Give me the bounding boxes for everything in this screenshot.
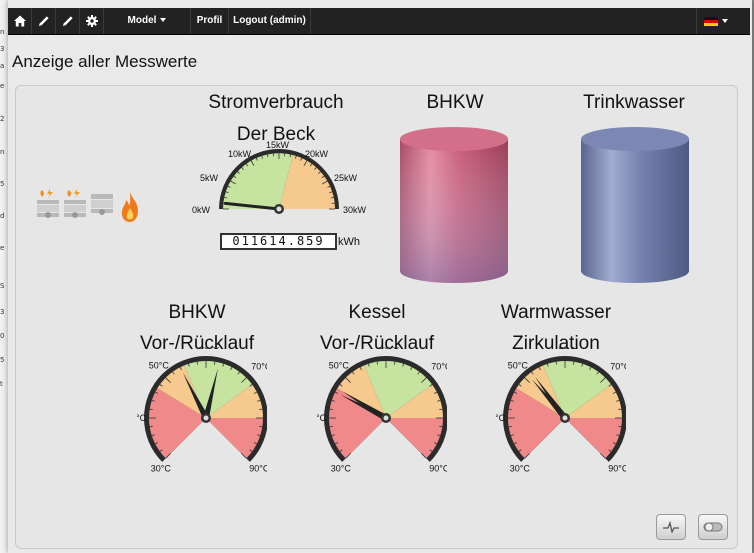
power-gauge-label-30: 30kW — [343, 205, 367, 215]
temp-gauge-kessel: 30°C40°C50°C60°C70°C80°C90°C — [317, 347, 447, 472]
chart-button[interactable] — [656, 514, 686, 540]
settings-button[interactable] — [80, 8, 104, 34]
logout-link[interactable]: Logout (admin) — [229, 8, 311, 34]
home-icon — [13, 15, 26, 27]
background-text: e — [0, 82, 5, 90]
toggle-button[interactable] — [698, 514, 728, 540]
power-gauge-label-0: 0kW — [192, 205, 211, 215]
heater-active-icon — [64, 189, 86, 218]
temp-gauge-label: 50°C — [149, 361, 170, 371]
background-text: t — [0, 380, 3, 388]
model-menu[interactable]: Model — [104, 8, 191, 34]
home-button[interactable] — [8, 8, 32, 34]
temp-gauge-label: 30°C — [151, 463, 172, 472]
temp-gauge-label: 70°C — [251, 362, 267, 372]
page-title: Anzeige aller Messwerte — [12, 52, 198, 71]
flame-icon — [121, 192, 138, 222]
power-title: Stromverbrauch — [208, 92, 344, 113]
temp-gauge-label: 30°C — [510, 463, 531, 472]
caret-down-icon — [722, 19, 728, 23]
temp-gauge-label: 60°C — [199, 347, 220, 351]
profile-label: Profil — [196, 15, 223, 26]
pencil-icon — [62, 16, 73, 26]
logout-label: Logout (admin) — [233, 15, 306, 26]
temp-gauge-label: 90°C — [249, 463, 267, 472]
temp-gauge-label: 30°C — [331, 463, 352, 472]
background-text: e — [0, 244, 5, 252]
tank-title-bhkw: BHKW — [426, 92, 484, 113]
profile-link[interactable]: Profil — [191, 8, 229, 34]
background-text: 0 — [0, 332, 5, 340]
power-gauge: 0kW 5kW 10kW 15kW 20kW 25kW 30kW — [192, 140, 367, 215]
temp-gauge-label: 40°C — [137, 413, 147, 423]
background-text: 3 — [0, 45, 5, 53]
energy-counter: 011614.859 — [220, 233, 337, 250]
caret-down-icon — [160, 18, 167, 23]
model-menu-label: Model — [127, 15, 157, 26]
heater-inactive-icon — [91, 194, 113, 215]
edit-button-2[interactable] — [56, 8, 80, 34]
heater-active-icon — [37, 189, 59, 218]
background-text: a — [0, 62, 5, 70]
power-gauge-label-15: 15kW — [266, 140, 290, 150]
power-gauge-label-20: 20kW — [305, 149, 329, 159]
temp-gauge-label: 90°C — [429, 463, 447, 472]
tank-bhkw — [400, 127, 508, 283]
pulse-chart-icon — [663, 521, 679, 533]
background-text: 2 — [0, 115, 5, 123]
tank-title-trinkwasser: Trinkwasser — [583, 92, 685, 113]
background-text: n — [0, 148, 5, 156]
gear-icon — [85, 15, 98, 27]
temp-gauge-label: 50°C — [508, 361, 529, 371]
temp-gauge-bhkw: 30°C40°C50°C60°C70°C80°C90°C — [137, 347, 267, 472]
temp-gauge-label: 70°C — [610, 362, 626, 372]
gauge-title-kessel: Kessel — [348, 302, 406, 323]
background-text: 5 — [0, 180, 5, 188]
power-gauge-label-25: 25kW — [334, 173, 358, 183]
power-gauge-label-5: 5kW — [200, 173, 219, 183]
background-text: n — [0, 28, 5, 36]
language-menu[interactable] — [696, 8, 736, 34]
background-text: 5 — [0, 356, 5, 364]
temp-gauge-label: 90°C — [608, 463, 626, 472]
pencil-icon — [38, 16, 49, 26]
temp-gauge-label: 60°C — [558, 347, 579, 351]
german-flag-icon — [704, 17, 718, 26]
tank-trinkwasser — [581, 127, 689, 283]
gauge-title-bhkw: BHKW — [168, 302, 226, 323]
temp-gauge-warmwasser: 30°C40°C50°C60°C70°C80°C90°C — [496, 347, 626, 472]
energy-counter-unit: kWh — [338, 236, 360, 248]
background-text: d — [0, 212, 5, 220]
toggle-icon — [703, 522, 723, 532]
temp-gauge-label: 40°C — [496, 413, 506, 423]
power-gauge-label-10: 10kW — [228, 149, 252, 159]
app-window: Model Profil Logout (admin) Anzeige alle… — [8, 0, 752, 553]
temp-gauge-label: 40°C — [317, 413, 327, 423]
edit-button[interactable] — [32, 8, 56, 34]
temp-gauge-label: 60°C — [379, 347, 400, 351]
temp-gauge-label: 70°C — [431, 362, 447, 372]
background-text: 3 — [0, 308, 5, 316]
gauge-title-warmwasser: Warmwasser — [500, 302, 612, 323]
navbar: Model Profil Logout (admin) — [8, 8, 750, 35]
temp-gauge-label: 50°C — [329, 361, 350, 371]
background-text: S — [0, 282, 5, 290]
